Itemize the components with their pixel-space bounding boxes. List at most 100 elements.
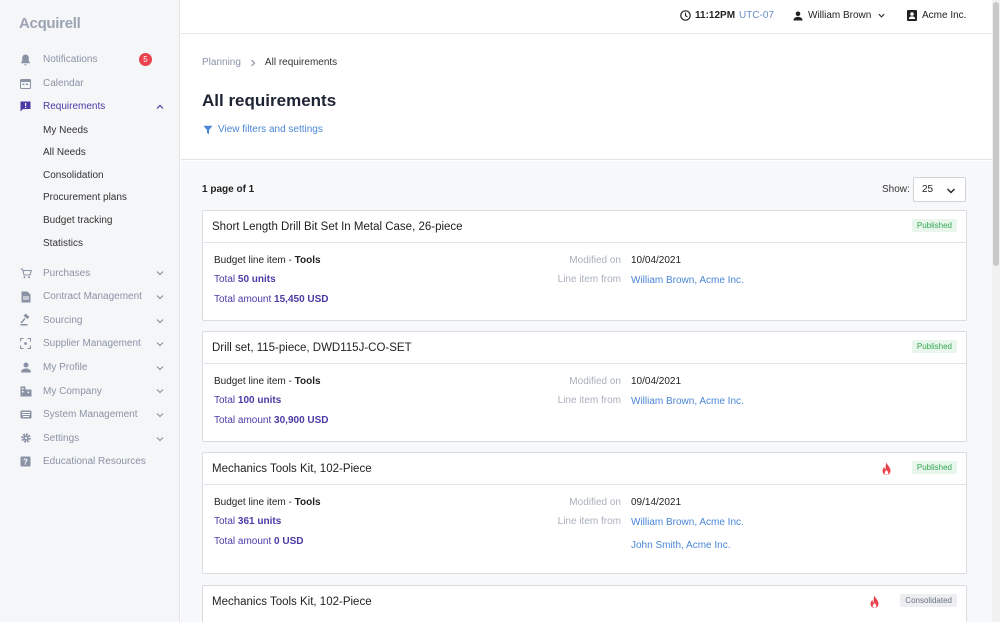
requirement-card[interactable]: Mechanics Tools Kit, 102-Piece Published… <box>202 452 967 574</box>
gavel-icon <box>19 314 32 327</box>
sidebar: Acquirell Notifications 5 Calendar Requi… <box>0 0 180 622</box>
sidebar-item-purchases[interactable]: Purchases <box>0 261 180 285</box>
page-size-select[interactable]: 25 <box>913 177 966 202</box>
breadcrumb-parent[interactable]: Planning <box>202 57 241 68</box>
sidebar-item-sourcing[interactable]: Sourcing <box>0 309 180 333</box>
gear-icon <box>19 432 32 445</box>
budget-line: Budget line item - Tools <box>214 376 321 387</box>
chevron-down-icon[interactable] <box>155 410 165 420</box>
scrollbar-thumb[interactable] <box>993 2 999 266</box>
filters-label: View filters and settings <box>218 124 323 135</box>
sidebar-item-label: System Management <box>43 409 138 421</box>
status-badge: Published <box>911 340 957 353</box>
sidebar-item-my-company[interactable]: My Company <box>0 379 180 403</box>
card-title[interactable]: Drill set, 115-piece, DWD115J-CO-SET <box>212 342 412 354</box>
card-header: Mechanics Tools Kit, 102-Piece Published <box>203 453 966 485</box>
sidebar-item-settings[interactable]: Settings <box>0 427 180 451</box>
sidebar-item-label: Calendar <box>43 77 84 89</box>
company-selector[interactable]: Acme Inc. <box>907 10 966 21</box>
total-units-value: 361 units <box>237 516 282 527</box>
sidebar-item-label: My Company <box>43 385 102 397</box>
total-units: Total 100 units <box>214 395 281 406</box>
line-item-from-link[interactable]: William Brown, Acme Inc. <box>631 517 744 528</box>
user-menu[interactable]: William Brown <box>793 10 886 21</box>
sidebar-item-label: Purchases <box>43 267 91 279</box>
breadcrumb: Planning All requirements <box>202 57 337 68</box>
budget-category: Tools <box>294 376 321 387</box>
total-prefix: Total <box>214 516 238 527</box>
modified-label: Modified on <box>569 255 621 266</box>
sidebar-item-label: Educational Resources <box>43 456 146 468</box>
sidebar-nav: Notifications 5 Calendar Requirements My… <box>0 48 180 474</box>
person-icon <box>793 11 803 20</box>
card-title[interactable]: Short Length Drill Bit Set In Metal Case… <box>212 221 463 233</box>
card-header: Short Length Drill Bit Set In Metal Case… <box>203 211 966 243</box>
modified-date: 10/04/2021 <box>631 376 682 387</box>
line-item-from-label: Line item from <box>557 274 621 285</box>
requirement-card[interactable]: Mechanics Tools Kit, 102-Piece Consolida… <box>202 585 967 622</box>
chevron-down-icon[interactable] <box>155 363 165 373</box>
total-prefix: Total <box>214 395 238 406</box>
line-item-from-link[interactable]: John Smith, Acme Inc. <box>631 540 731 551</box>
user-name: William Brown <box>808 10 872 21</box>
view-filters-link[interactable]: View filters and settings <box>203 124 323 135</box>
sidebar-item-contract-management[interactable]: Contract Management <box>0 285 180 309</box>
modified-label: Modified on <box>569 497 621 508</box>
budget-line: Budget line item - Tools <box>214 255 321 266</box>
chevron-right-icon <box>250 59 256 66</box>
card-header: Drill set, 115-piece, DWD115J-CO-SET Pub… <box>203 332 966 364</box>
line-item-from-label: Line item from <box>557 516 621 527</box>
requirement-card[interactable]: Drill set, 115-piece, DWD115J-CO-SET Pub… <box>202 331 967 442</box>
sidebar-item-educational-resources[interactable]: ? Educational Resources <box>0 450 180 474</box>
chevron-down-icon[interactable] <box>155 434 165 444</box>
budget-prefix: Budget line item - <box>214 497 295 508</box>
total-units: Total 50 units <box>214 274 276 285</box>
chevron-down-icon[interactable] <box>155 292 165 302</box>
sidebar-item-calendar[interactable]: Calendar <box>0 72 180 96</box>
modified-label: Modified on <box>569 376 621 387</box>
card-title[interactable]: Mechanics Tools Kit, 102-Piece <box>212 596 372 608</box>
page-info: 1 page of 1 <box>202 184 255 195</box>
sidebar-subitem-procurement-plans[interactable]: Procurement plans <box>0 187 180 210</box>
sidebar-subitem-my-needs[interactable]: My Needs <box>0 119 180 142</box>
calendar-icon <box>19 77 32 90</box>
help-icon: ? <box>19 455 32 468</box>
sidebar-item-system-management[interactable]: System Management <box>0 403 180 427</box>
sidebar-subitem-consolidation[interactable]: Consolidation <box>0 164 180 187</box>
sidebar-subitem-statistics[interactable]: Statistics <box>0 232 180 255</box>
total-amount-value: 30,900 USD <box>274 415 329 426</box>
card-title[interactable]: Mechanics Tools Kit, 102-Piece <box>212 463 372 475</box>
sidebar-item-label: Contract Management <box>43 291 142 303</box>
page-title: All requirements <box>202 91 337 110</box>
vertical-scrollbar[interactable] <box>992 0 1000 622</box>
top-bar: 11:12PM UTC-07 William Brown Acme Inc. <box>181 0 992 34</box>
chevron-down-icon[interactable] <box>155 268 165 278</box>
total-amount: Total amount 30,900 USD <box>214 415 329 426</box>
sidebar-item-requirements[interactable]: Requirements <box>0 95 180 119</box>
sidebar-item-supplier-management[interactable]: Supplier Management <box>0 332 180 356</box>
sidebar-item-my-profile[interactable]: My Profile <box>0 356 180 380</box>
total-units: Total 361 units <box>214 516 281 527</box>
requirement-card[interactable]: Short Length Drill Bit Set In Metal Case… <box>202 210 967 321</box>
chevron-down-icon[interactable] <box>155 386 165 396</box>
line-item-from-link[interactable]: William Brown, Acme Inc. <box>631 275 744 286</box>
breadcrumb-current: All requirements <box>264 57 338 68</box>
requirements-list: 1 page of 1 Show: 25 Short Length Drill … <box>181 161 992 622</box>
app-logo[interactable]: Acquirell <box>19 15 81 32</box>
chevron-down-icon[interactable] <box>155 339 165 349</box>
sidebar-subitem-all-needs[interactable]: All Needs <box>0 141 180 164</box>
sidebar-subitem-budget-tracking[interactable]: Budget tracking <box>0 209 180 232</box>
svg-text:?: ? <box>23 458 28 467</box>
modified-date: 10/04/2021 <box>631 255 682 266</box>
line-item-from-link[interactable]: William Brown, Acme Inc. <box>631 396 744 407</box>
card-header: Mechanics Tools Kit, 102-Piece Consolida… <box>203 586 966 618</box>
total-amount-value: 0 USD <box>274 536 304 547</box>
total-units-value: 100 units <box>237 395 282 406</box>
chevron-down-icon <box>947 188 955 194</box>
sidebar-item-notifications[interactable]: Notifications 5 <box>0 48 180 72</box>
show-label: Show: <box>882 184 910 195</box>
status-badge: Consolidated <box>900 594 957 607</box>
sidebar-item-label: Sourcing <box>43 314 83 326</box>
chevron-down-icon[interactable] <box>155 316 165 326</box>
chevron-up-icon[interactable] <box>155 102 165 112</box>
